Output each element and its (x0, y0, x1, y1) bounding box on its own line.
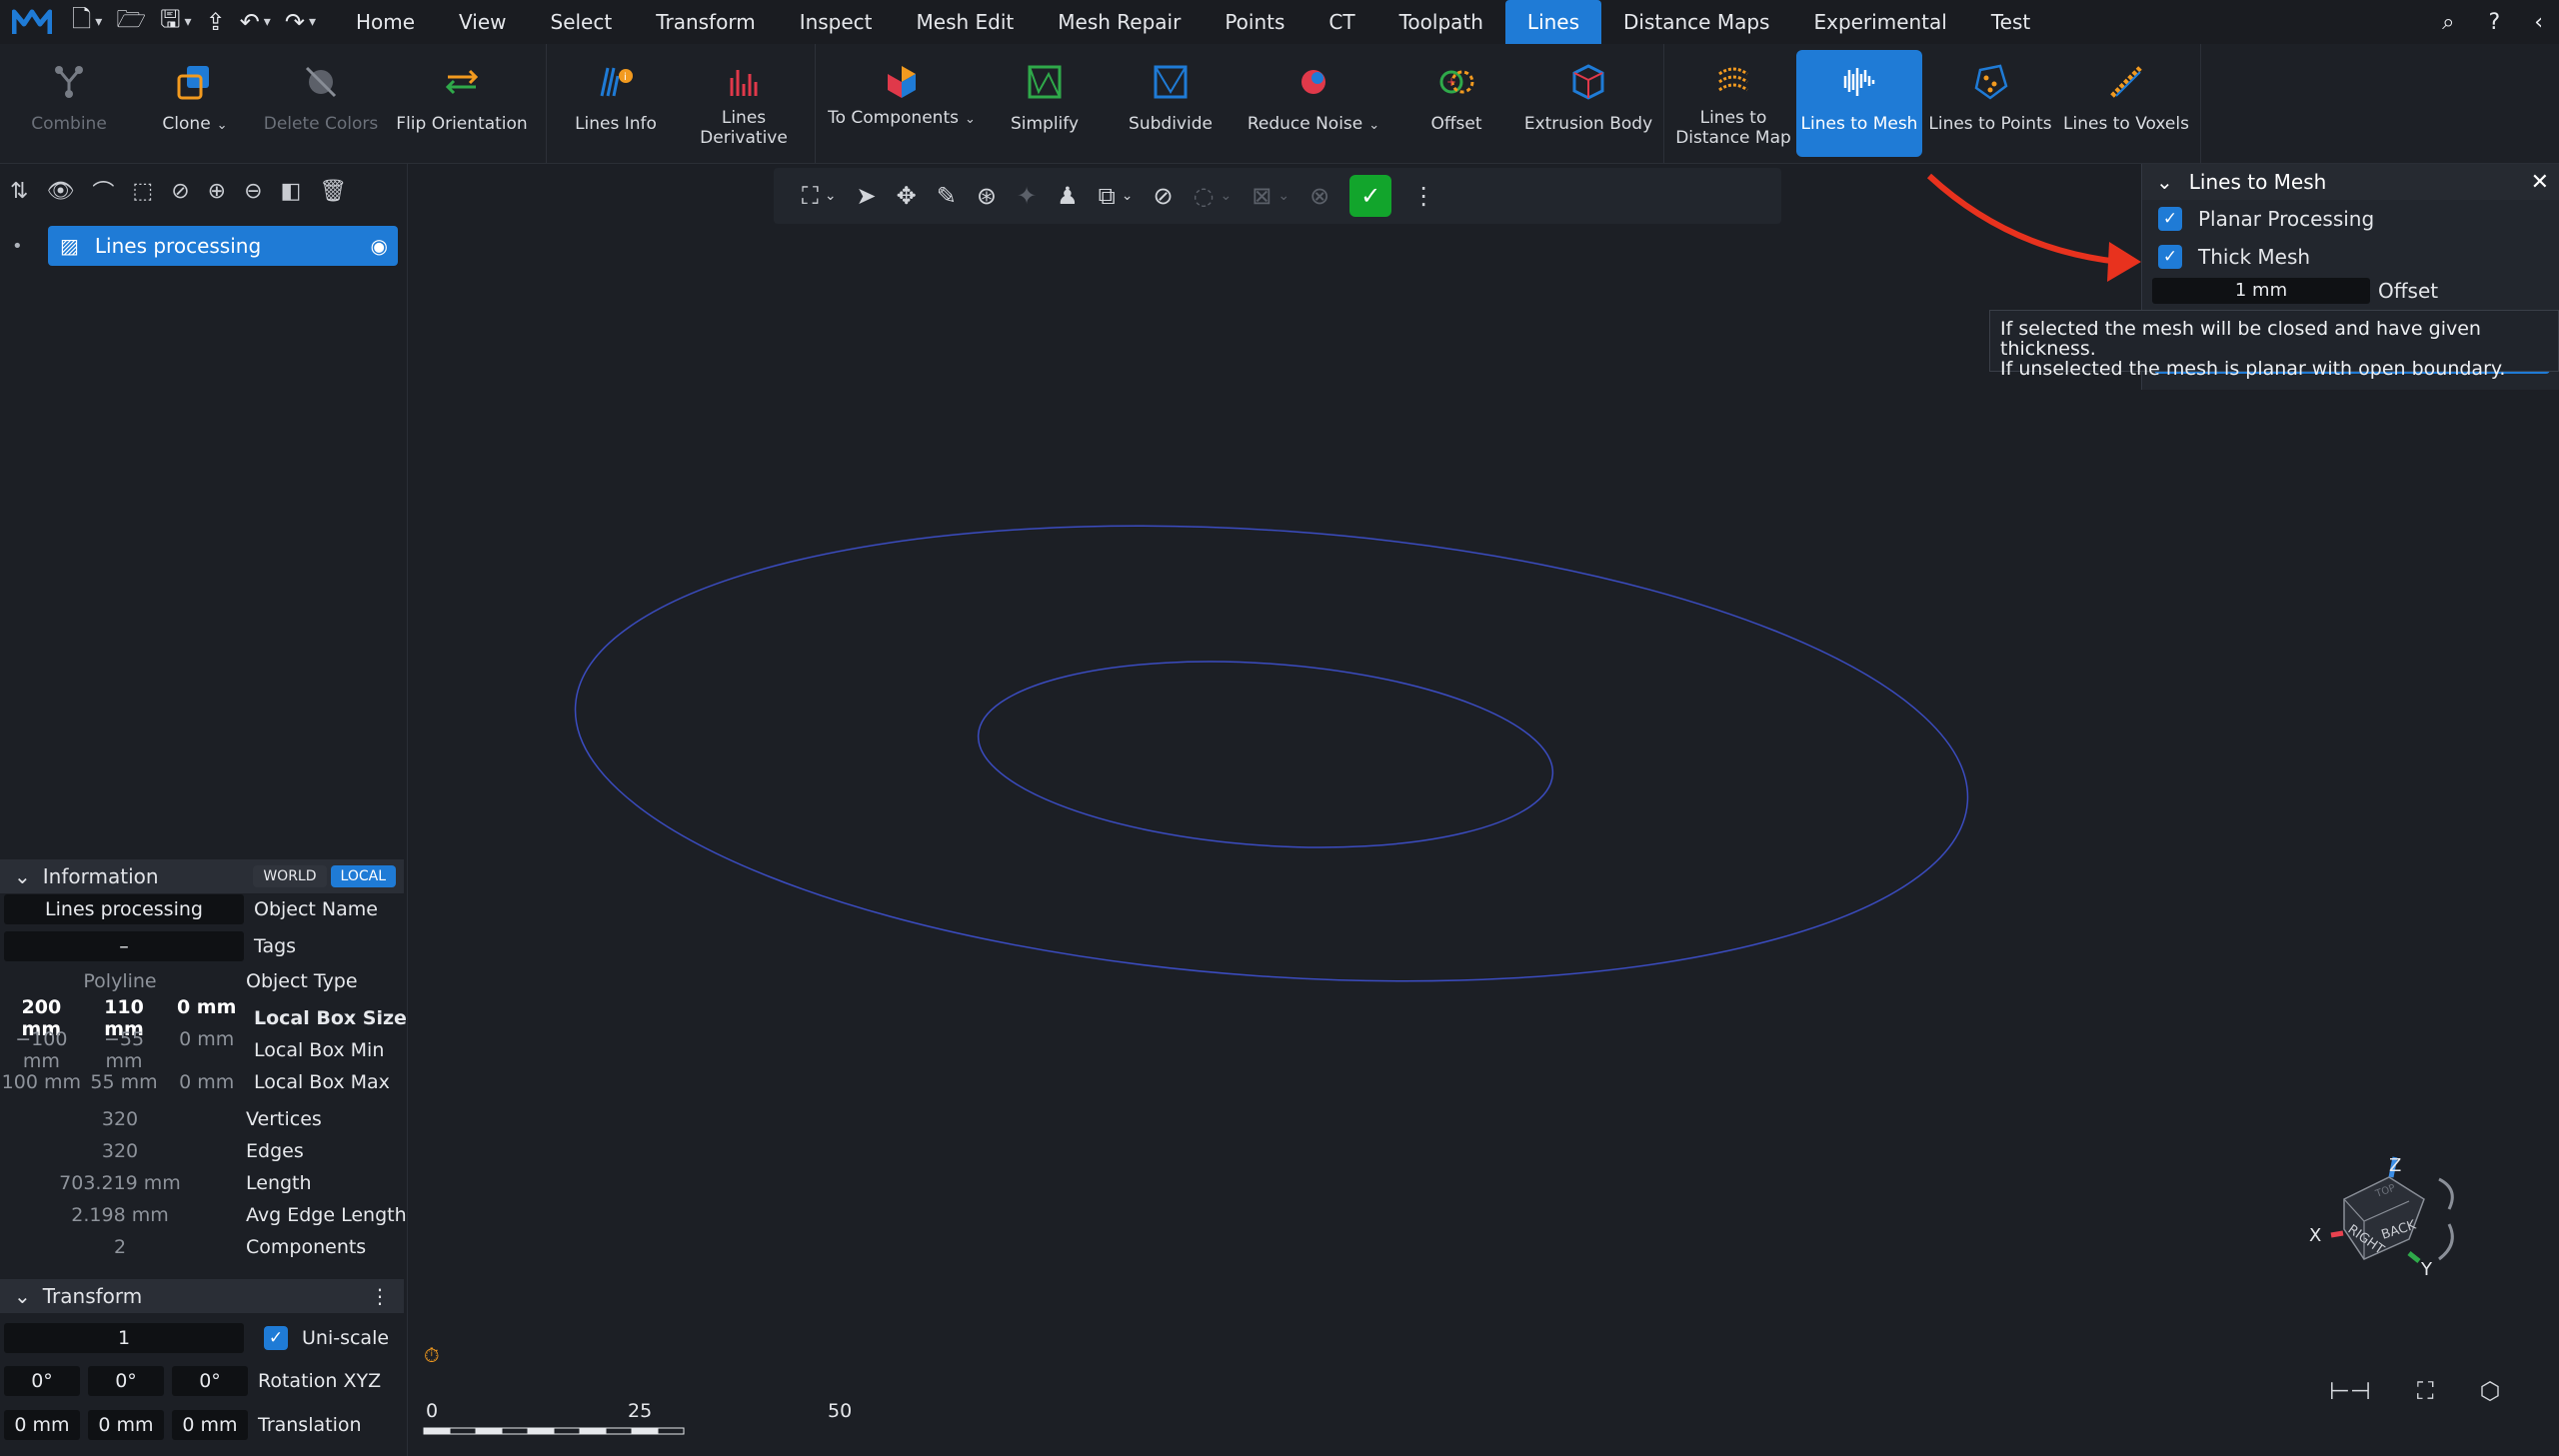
thick-mesh-label: Thick Mesh (2198, 245, 2311, 269)
annotation-arrow (1926, 173, 2120, 265)
annotation-arrowhead (2107, 242, 2141, 282)
viewport-bottom-icons: ⊢⊣ ⛶ ⬡ (2329, 1377, 2501, 1405)
offset-field-label: Offset (2378, 279, 2439, 303)
tooltip-line-1: If selected the mesh will be closed and … (2000, 318, 2481, 360)
z-axis-label: Z (2389, 1155, 2401, 1176)
scale-segment (631, 1427, 659, 1435)
thick-mesh-row: ✓ Thick Mesh (2142, 238, 2559, 276)
thick-mesh-checkbox[interactable]: ✓ (2158, 245, 2182, 269)
chevron-down-icon[interactable]: ⌄ (2156, 170, 2173, 194)
offset-row: 1 mm Offset (2142, 276, 2559, 306)
scale-segment (475, 1427, 503, 1435)
planar-processing-label: Planar Processing (2198, 207, 2375, 231)
planar-processing-checkbox[interactable]: ✓ (2158, 207, 2182, 231)
dialog-title: Lines to Mesh (2188, 170, 2327, 194)
close-icon[interactable]: ✕ (2531, 170, 2549, 195)
scale-segment (579, 1427, 607, 1435)
inner-contour (977, 661, 1554, 848)
scale-segment (657, 1427, 685, 1435)
scale-segment (605, 1427, 633, 1435)
scale-bar: 0 25 50 (423, 1400, 852, 1435)
projection-cube-icon[interactable]: ⬡ (2480, 1377, 2501, 1405)
y-axis (2407, 1251, 2421, 1263)
scale-segment (527, 1427, 555, 1435)
scale-label-50: 50 (828, 1400, 852, 1422)
measure-icon[interactable]: ⊢⊣ (2329, 1377, 2371, 1405)
scale-segment (423, 1427, 451, 1435)
offset-input[interactable]: 1 mm (2152, 278, 2370, 304)
thick-mesh-tooltip: If selected the mesh will be closed and … (1989, 310, 2559, 379)
scale-segment (449, 1427, 477, 1435)
scale-ticks (423, 1427, 685, 1435)
rotate-up-icon[interactable] (2438, 1177, 2454, 1210)
tooltip-line-2: If unselected the mesh is planar with op… (2000, 358, 2506, 380)
y-axis-label: Y (2420, 1259, 2433, 1280)
dialog-header[interactable]: ⌄ Lines to Mesh ✕ (2142, 164, 2559, 200)
rotate-down-icon[interactable] (2438, 1223, 2454, 1261)
scale-segment (553, 1427, 581, 1435)
planar-processing-row: ✓ Planar Processing (2142, 200, 2559, 238)
scale-segment (501, 1427, 529, 1435)
app-window: 🗋 ▾ 🗁 🖫 ▾ ⇪ ↶ ▾ ↷ ▾ Home View Select Transform I… (0, 0, 2559, 1456)
timer-icon[interactable]: ⏱ (424, 1343, 452, 1371)
x-axis (2330, 1230, 2344, 1238)
scale-label-0: 0 (426, 1400, 438, 1422)
scale-label-25: 25 (628, 1400, 652, 1422)
outer-contour (574, 525, 1969, 982)
x-axis-label: X (2309, 1225, 2321, 1246)
orientation-gizmo[interactable]: TOP RIGHT BACK Z X Y (2299, 1149, 2559, 1349)
fit-selection-icon[interactable]: ⛶ (2417, 1377, 2434, 1405)
